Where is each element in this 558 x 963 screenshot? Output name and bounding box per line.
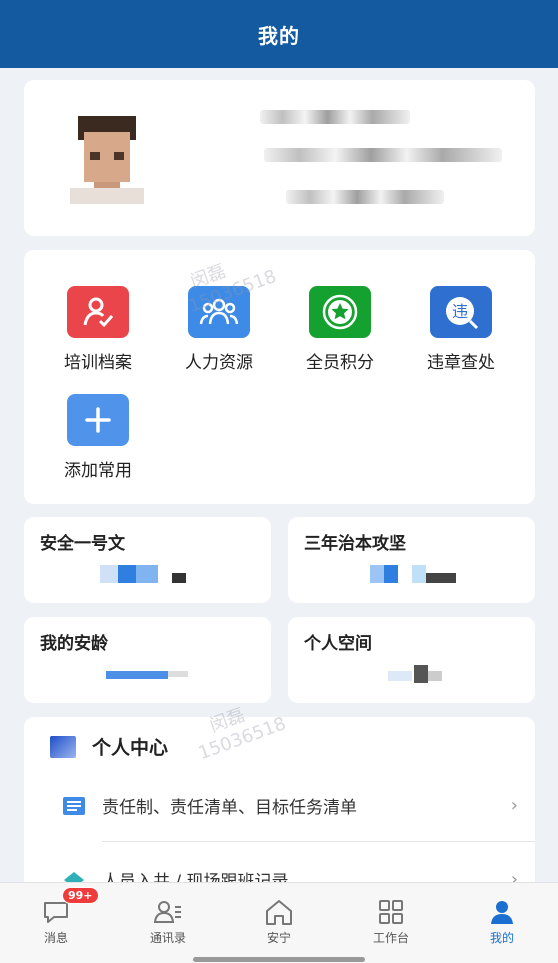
profile-card[interactable] [24,80,535,236]
app-label: 违章查处 [427,353,495,373]
grid-icon [375,897,407,927]
section-icon [50,735,76,758]
person-icon [486,897,518,927]
unread-badge: 99+ [62,887,99,904]
tile-safety-doc[interactable]: 安全一号文 [24,517,271,603]
plus-icon [67,394,129,446]
tab-messages[interactable]: 消息 99+ [0,883,112,963]
violation-search-icon: 违 [430,286,492,338]
home-icon [263,897,295,927]
tab-label: 安宁 [266,931,291,945]
tile-three-year[interactable]: 三年治本攻坚 [288,517,535,603]
profile-info-redacted [264,148,502,162]
tab-label: 消息 [43,931,68,945]
tab-workbench[interactable]: 工作台 [335,883,447,963]
tile-personal-space[interactable]: 个人空间 [288,617,535,703]
page-header: 我的 [0,0,558,68]
tile-title: 我的安龄 [40,634,108,654]
profile-id-redacted [286,190,444,204]
tile-title: 安全一号文 [40,534,125,554]
app-human-resources[interactable]: 人力资源 [159,286,279,373]
app-training-record[interactable]: 培训档案 [38,286,158,373]
list-item-label: 责任制、责任清单、目标任务清单 [102,798,357,818]
tab-label: 我的 [489,931,514,945]
tab-label: 通讯录 [149,931,186,945]
star-badge-icon [309,286,371,338]
svg-text:违: 违 [452,302,468,321]
bottom-tab-bar: 消息 99+ 通讯录 安宁 工作台 我的 [0,882,558,963]
tab-home[interactable]: 安宁 [223,883,335,963]
list-item-responsibility[interactable]: 责任制、责任清单、目标任务清单 › [62,793,520,818]
document-list-icon [62,796,86,816]
tab-contacts[interactable]: 通讯录 [112,883,224,963]
tab-mine[interactable]: 我的 [446,883,558,963]
people-icon [188,286,250,338]
personal-center-card: 个人中心 责任制、责任清单、目标任务清单 › 人员入井 / 现场跟班记录 › 闵… [24,705,535,897]
tile-title: 三年治本攻坚 [304,534,406,554]
home-indicator[interactable] [193,957,365,962]
section-title: 个人中心 [92,737,169,759]
app-label: 人力资源 [185,353,253,373]
personal-center-header: 个人中心 [50,733,168,760]
contacts-icon [152,897,184,927]
tile-title: 个人空间 [304,634,372,654]
divider [102,841,535,842]
app-label: 添加常用 [64,461,132,481]
app-label: 培训档案 [64,353,132,373]
app-points[interactable]: 全员积分 [280,286,400,373]
app-grid-card: 培训档案 人力资源 全员积分 违 违章查处 添加常用 闵磊 15036518 [24,250,535,504]
avatar[interactable] [70,116,144,204]
app-label: 全员积分 [306,353,374,373]
training-record-icon [67,286,129,338]
chevron-right-icon: › [510,795,518,816]
profile-name-redacted [260,110,410,124]
page-title: 我的 [258,23,300,48]
app-violation[interactable]: 违 违章查处 [401,286,521,373]
tab-label: 工作台 [372,931,409,945]
tile-safety-age[interactable]: 我的安龄 [24,617,271,703]
app-add-favorite[interactable]: 添加常用 [38,394,158,481]
